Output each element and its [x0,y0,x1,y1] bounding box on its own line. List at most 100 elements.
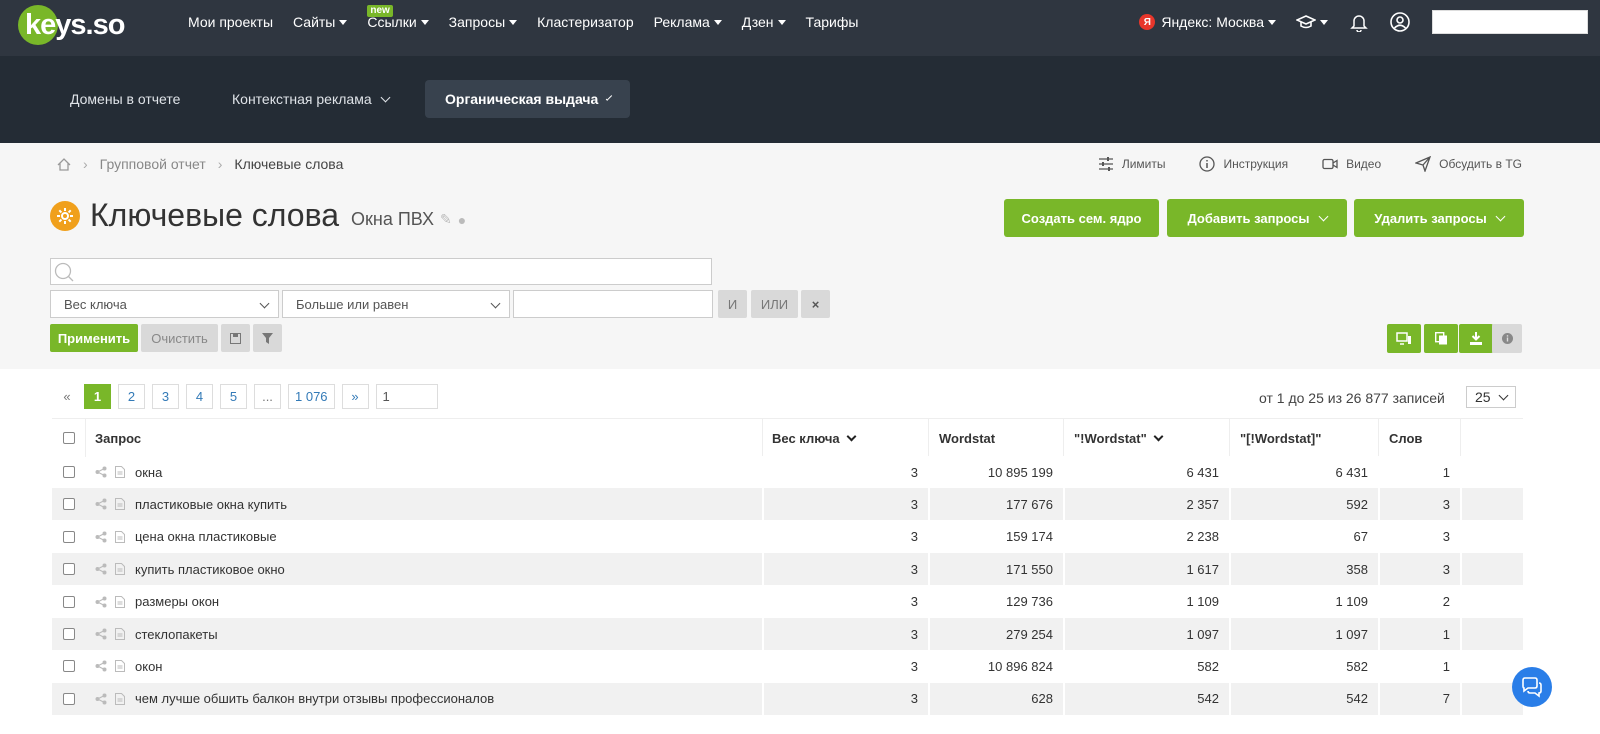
row-checkbox[interactable] [63,563,75,576]
document-icon[interactable] [115,660,125,673]
page-1[interactable]: 1 [84,384,111,409]
query-text[interactable]: окна [135,465,162,480]
share-icon[interactable] [95,596,107,608]
and-button[interactable]: И [718,290,747,318]
filter-button[interactable] [253,324,282,352]
remove-filter-button[interactable]: × [801,290,830,318]
per-page-select[interactable]: 25 [1466,386,1516,408]
page-5[interactable]: 5 [220,384,247,409]
top-search-input[interactable] [1432,10,1588,34]
table-row[interactable]: размеры окон 3 129 736 1 109 1 109 2 [52,585,1523,618]
info-button[interactable] [1492,324,1522,353]
row-checkbox[interactable] [63,628,75,640]
document-icon[interactable] [115,628,125,640]
row-checkbox[interactable] [63,498,75,511]
nav-ads[interactable]: Реклама [654,14,722,30]
query-text[interactable]: стеклопакеты [135,627,218,642]
save-filter-button[interactable] [221,324,250,352]
or-button[interactable]: ИЛИ [751,290,798,318]
query-text[interactable]: размеры окон [135,594,219,609]
document-icon[interactable] [115,692,125,705]
compare-button[interactable] [1387,324,1421,353]
discuss-tg-link[interactable]: Обсудить в TG [1415,156,1522,172]
document-icon[interactable] [115,595,125,608]
document-icon[interactable] [115,563,125,576]
education-menu[interactable] [1296,14,1328,30]
table-row[interactable]: цена окна пластиковые 3 159 174 2 238 67 3 [52,520,1523,553]
table-row[interactable]: окон 3 10 896 824 582 582 1 [52,650,1523,683]
row-checkbox[interactable] [63,692,75,705]
page-2[interactable]: 2 [118,384,145,409]
page-last[interactable]: 1 076 [288,384,335,409]
search-input[interactable] [50,258,712,285]
notifications-button[interactable] [1350,12,1368,32]
nav-dzen[interactable]: Дзен [742,14,786,30]
pencil-icon[interactable]: ✎ [440,211,452,228]
table-row[interactable]: окна 3 10 895 199 6 431 6 431 1 [52,456,1523,488]
col-words[interactable]: Слов [1379,419,1461,457]
col-query[interactable]: Запрос [86,419,763,457]
logo[interactable]: keys.so [18,5,125,45]
col-weight[interactable]: Вес ключа [763,419,929,457]
chat-button[interactable] [1512,667,1552,707]
col-excl-wordstat[interactable]: "!Wordstat" [1064,419,1230,457]
row-checkbox[interactable] [63,466,75,478]
download-button[interactable] [1459,324,1493,353]
share-icon[interactable] [95,563,107,575]
query-text[interactable]: окон [135,659,162,674]
limits-link[interactable]: Лимиты [1098,157,1165,171]
delete-queries-button[interactable]: Удалить запросы [1354,199,1524,237]
document-icon[interactable] [115,466,125,478]
add-queries-button[interactable]: Добавить запросы [1167,199,1347,237]
apply-button[interactable]: Применить [50,324,138,352]
globe-icon[interactable]: ● [458,212,466,228]
table-row[interactable]: купить пластиковое окно 3 171 550 1 617 358 3 [52,553,1523,586]
nav-links[interactable]: new Ссылки [367,5,429,30]
share-icon[interactable] [95,693,107,705]
nav-clusterizer[interactable]: Кластеризатор [537,14,633,30]
page-3[interactable]: 3 [152,384,179,409]
home-icon[interactable] [57,157,71,171]
share-icon[interactable] [95,628,107,640]
region-selector[interactable]: Я Яндекс: Москва [1139,14,1276,30]
query-text[interactable]: купить пластиковое окно [135,562,285,577]
filter-value-input[interactable] [513,290,713,318]
row-checkbox[interactable] [63,595,75,608]
nav-sites[interactable]: Сайты [293,14,348,30]
table-row[interactable]: пластиковые окна купить 3 177 676 2 357 592 3 [52,488,1523,521]
prev-page-button[interactable]: « [57,384,77,409]
next-page-button[interactable]: » [341,384,369,409]
tab-domains[interactable]: Домены в отчете [50,80,200,118]
settings-button[interactable] [50,200,80,231]
video-link[interactable]: Видео [1322,157,1381,171]
filter-field-select[interactable]: Вес ключа [50,290,279,318]
page-jump-input[interactable]: 1 [375,384,438,409]
page-4[interactable]: 4 [186,384,213,409]
nav-queries[interactable]: Запросы [449,14,518,30]
row-checkbox[interactable] [63,660,75,673]
tab-context-ads[interactable]: Контекстная реклама [212,80,409,118]
filter-operator-select[interactable]: Больше или равен [282,290,510,318]
breadcrumb-group-report[interactable]: Групповой отчет [100,156,206,172]
select-all-checkbox[interactable] [62,432,75,444]
col-wordstat[interactable]: Wordstat [929,419,1064,457]
create-semantic-core-button[interactable]: Создать сем. ядро [1004,199,1159,237]
row-checkbox[interactable] [63,530,75,543]
query-text[interactable]: чем лучше обшить балкон внутри отзывы пр… [135,691,494,706]
instruction-link[interactable]: Инструкция [1199,156,1288,172]
col-exact-wordstat[interactable]: "[!Wordstat]" [1230,419,1379,457]
nav-tariffs[interactable]: Тарифы [806,14,859,30]
clear-button[interactable]: Очистить [141,324,218,352]
document-icon[interactable] [115,498,125,511]
table-row[interactable]: стеклопакеты 3 279 254 1 097 1 097 1 [52,618,1523,650]
share-icon[interactable] [95,466,107,478]
share-icon[interactable] [95,531,107,543]
account-button[interactable] [1390,12,1410,32]
copy-button[interactable] [1424,324,1458,353]
query-text[interactable]: пластиковые окна купить [135,497,287,512]
document-icon[interactable] [115,530,125,543]
query-text[interactable]: цена окна пластиковые [135,529,277,544]
table-row[interactable]: чем лучше обшить балкон внутри отзывы пр… [52,682,1523,715]
share-icon[interactable] [95,498,107,510]
share-icon[interactable] [95,660,107,672]
